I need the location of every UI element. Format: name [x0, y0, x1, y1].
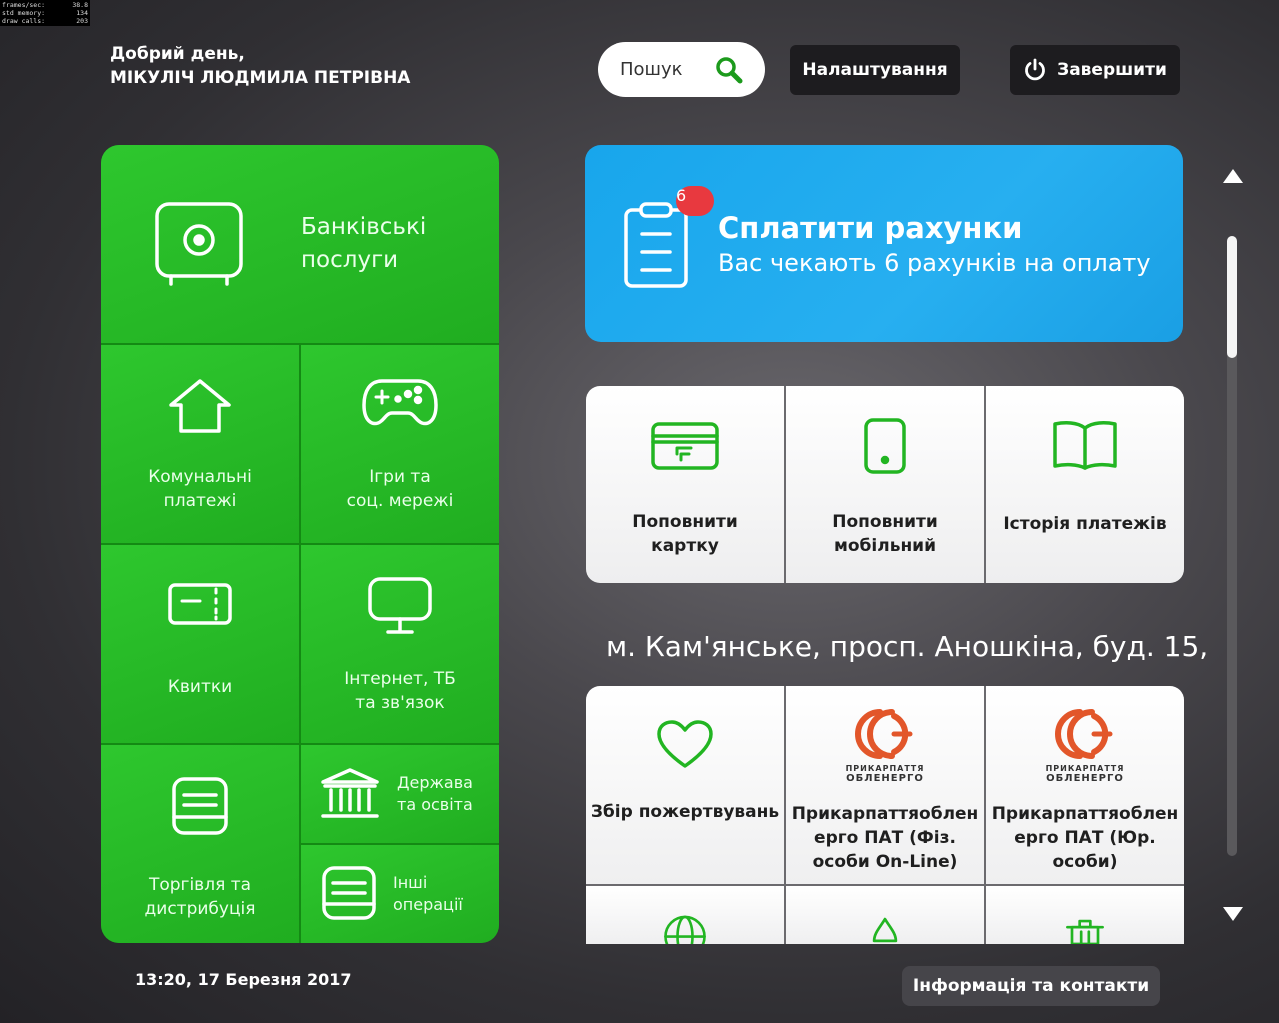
- logout-label: Завершити: [1057, 60, 1167, 80]
- power-icon: [1025, 58, 1045, 81]
- search-label: Пошук: [620, 59, 683, 80]
- provider-label: Збір пожертвувань: [590, 802, 780, 822]
- quick-action-label: Історія платежів: [1003, 514, 1167, 534]
- top-up-card-button[interactable]: Поповнити картку: [586, 386, 784, 583]
- ticket-icon: [168, 583, 232, 625]
- pay-bills-title: Сплатити рахунки: [718, 211, 1023, 245]
- clipboard-icon: [624, 202, 688, 288]
- logo-text: ПРИКАРПАТТЯ: [1045, 764, 1125, 773]
- greeting: Добрий день, МІКУЛІЧ ЛЮДМИЛА ПЕТРІВНА: [110, 44, 410, 88]
- provider-tile-partial[interactable]: [786, 886, 984, 944]
- settings-label: Налаштування: [802, 60, 948, 80]
- quick-action-label: Поповнити картку: [632, 512, 738, 556]
- providers-grid: Збір пожертвувань ПРИКАРПАТТЯ ОБЛЕНЕРГО …: [586, 686, 1184, 944]
- institution-icon: [321, 768, 379, 818]
- logout-button[interactable]: Завершити: [1010, 45, 1180, 95]
- card-icon: [651, 422, 719, 470]
- provider-tile-partial[interactable]: [586, 886, 784, 944]
- drop-icon: [872, 917, 898, 943]
- monitor-icon: [368, 577, 432, 634]
- category-tickets[interactable]: Квитки: [101, 545, 299, 743]
- globe-icon: [664, 915, 706, 944]
- datetime: 13:20, 17 Березня 2017: [135, 970, 352, 989]
- logo-text: ОБЛЕНЕРГО: [846, 773, 924, 784]
- category-utilities[interactable]: Комунальні платежі: [101, 345, 299, 543]
- scroll-thumb[interactable]: [1227, 236, 1237, 358]
- category-label: Торгівля та дистрибуція: [144, 875, 256, 919]
- category-label: Банківські послуги: [301, 214, 427, 273]
- house-icon: [169, 379, 231, 433]
- mobile-icon: [864, 418, 906, 474]
- category-label: Інші операції: [393, 873, 463, 914]
- info-contacts-button[interactable]: Інформація та контакти: [902, 966, 1160, 1006]
- safe-icon: [155, 202, 243, 286]
- info-contacts-label: Інформація та контакти: [912, 976, 1150, 996]
- category-bank-services[interactable]: Банківські послуги: [101, 145, 499, 343]
- top-up-mobile-button[interactable]: Поповнити мобільний: [786, 386, 984, 583]
- greeting-text: Добрий день,: [110, 44, 245, 64]
- book-icon: [1053, 421, 1117, 470]
- category-internet-tv[interactable]: Інтернет, ТБ та зв'язок: [301, 545, 499, 743]
- trash-icon: [1066, 919, 1104, 944]
- category-label: Комунальні платежі: [148, 467, 252, 511]
- bills-count-badge: 6: [676, 186, 714, 216]
- scroll-down-arrow-icon[interactable]: [1222, 906, 1244, 922]
- pay-bills-banner[interactable]: Сплатити рахунки Вас чекають 6 рахунків …: [585, 145, 1183, 342]
- category-games-social[interactable]: Ігри та соц. мережі: [301, 345, 499, 543]
- settings-button[interactable]: Налаштування: [790, 45, 960, 95]
- register-icon: [322, 866, 376, 920]
- provider-tile-partial[interactable]: [986, 886, 1184, 944]
- provider-oblenergo-individual[interactable]: ПРИКАРПАТТЯ ОБЛЕНЕРГО Прикарпаттяоблен е…: [786, 686, 984, 884]
- debug-overlay: frames/sec: 38.8 std memory: 134 draw call…: [0, 0, 90, 26]
- category-other-operations[interactable]: Інші операції: [301, 845, 499, 943]
- pay-bills-subtitle: Вас чекають 6 рахунків на оплату: [718, 249, 1151, 277]
- category-grid: Банківські послуги Комунальні платежі Іг…: [101, 145, 499, 943]
- search-button[interactable]: Пошук: [598, 42, 765, 97]
- donations-button[interactable]: Збір пожертвувань: [586, 686, 784, 884]
- scroll-up-arrow-icon[interactable]: [1222, 168, 1244, 184]
- register-icon: [172, 777, 228, 835]
- category-state-education[interactable]: Держава та освіта: [301, 745, 499, 843]
- search-icon: [716, 56, 743, 83]
- quick-actions: Поповнити картку Поповнити мобільний Іст…: [586, 386, 1184, 583]
- category-label: Держава та освіта: [397, 773, 473, 814]
- provider-oblenergo-legal[interactable]: ПРИКАРПАТТЯ ОБЛЕНЕРГО Прикарпаттяоблен е…: [986, 686, 1184, 884]
- category-label: Квитки: [167, 677, 233, 697]
- address-text: м. Кам'янське, просп. Аношкіна, буд. 15,: [606, 630, 1209, 663]
- category-trade[interactable]: Торгівля та дистрибуція: [101, 745, 299, 943]
- heart-icon: [657, 720, 713, 768]
- category-label: Інтернет, ТБ та зв'язок: [344, 669, 456, 713]
- logo-text: ПРИКАРПАТТЯ: [845, 764, 925, 773]
- oblenergo-logo-icon: [855, 709, 913, 759]
- provider-label: Прикарпаттяоблен ерго ПАТ (Юр. особи): [991, 804, 1179, 872]
- logo-text: ОБЛЕНЕРГО: [1046, 773, 1124, 784]
- gamepad-icon: [362, 379, 438, 426]
- provider-label: Прикарпаттяоблен ерго ПАТ (Фіз. особи On…: [791, 804, 979, 872]
- quick-action-label: Поповнити мобільний: [832, 512, 938, 556]
- category-label: Ігри та соц. мережі: [346, 467, 454, 511]
- oblenergo-logo-icon: [1055, 709, 1113, 759]
- payment-history-button[interactable]: Історія платежів: [986, 386, 1184, 583]
- user-name: МІКУЛІЧ ЛЮДМИЛА ПЕТРІВНА: [110, 68, 411, 88]
